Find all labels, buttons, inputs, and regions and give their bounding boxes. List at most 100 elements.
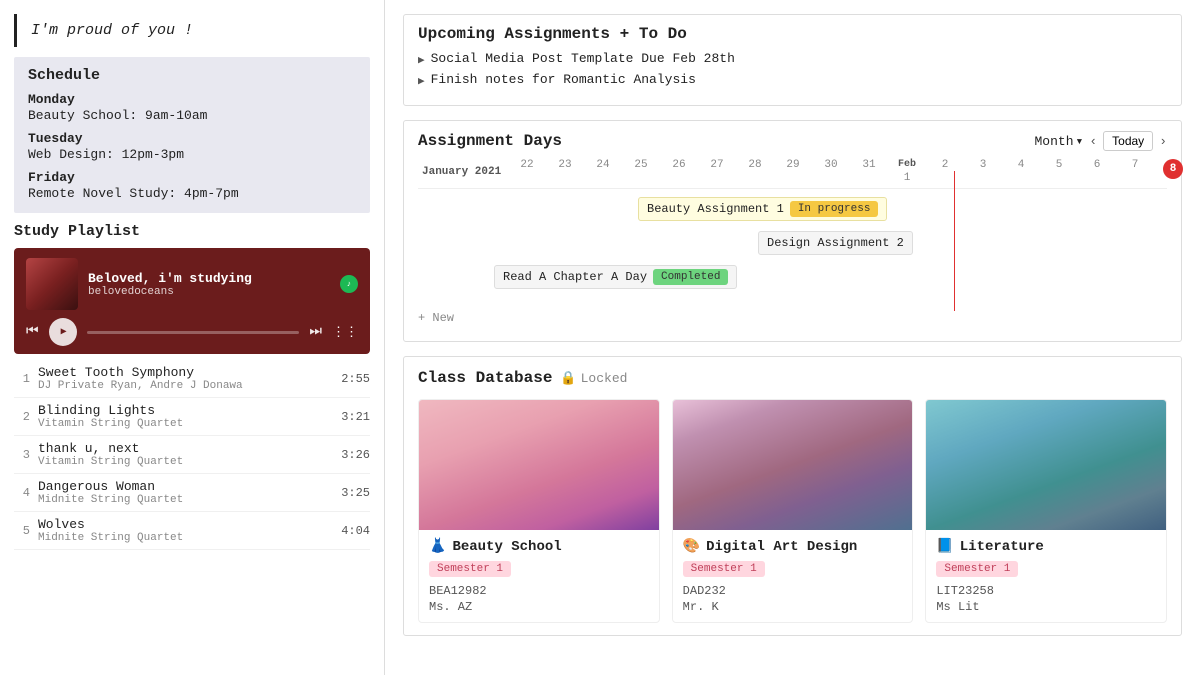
date-cell: 8	[1154, 159, 1192, 184]
track-name: Blinding Lights	[38, 403, 333, 418]
track-num: 2	[14, 410, 30, 424]
track-list: 1 Sweet Tooth Symphony DJ Private Ryan, …	[14, 360, 370, 550]
date-cell: 28	[736, 159, 774, 184]
player-info: Beloved, i'm studying belovedoceans	[88, 271, 330, 298]
track-item[interactable]: 4 Dangerous Woman Midnite String Quartet…	[14, 474, 370, 512]
upcoming-text: Finish notes for Romantic Analysis	[431, 72, 696, 87]
class-db-header: Class Database 🔒 Locked	[418, 369, 1167, 387]
track-artist: DJ Private Ryan, Andre J Donawa	[38, 380, 333, 392]
track-info: Blinding Lights Vitamin String Quartet	[38, 403, 333, 430]
upcoming-text: Social Media Post Template Due Feb 28th	[431, 51, 735, 66]
class-card[interactable]: 📘 Literature Semester 1 LIT23258 Ms Lit	[925, 399, 1167, 623]
date-cell: 25	[622, 159, 660, 184]
feb-label: Feb	[888, 159, 926, 170]
today-line	[954, 171, 955, 311]
track-info: Sweet Tooth Symphony DJ Private Ryan, An…	[38, 365, 333, 392]
track-duration: 3:26	[341, 448, 370, 462]
progress-bar[interactable]	[87, 331, 300, 334]
locked-label: Locked	[581, 371, 628, 386]
track-name: Wolves	[38, 517, 333, 532]
today-circle: 8	[1163, 159, 1183, 179]
track-item[interactable]: 5 Wolves Midnite String Quartet 4:04	[14, 512, 370, 550]
schedule-item: Remote Novel Study: 4pm-7pm	[28, 186, 356, 201]
track-name: thank u, next	[38, 441, 333, 456]
track-duration: 4:04	[341, 524, 370, 538]
card-teacher: Ms Lit	[936, 600, 1156, 614]
date-cell: 5	[1040, 159, 1078, 184]
player-title: Beloved, i'm studying	[88, 271, 330, 286]
upcoming-section: Upcoming Assignments + To Do ▶Social Med…	[403, 14, 1182, 106]
locked-badge: 🔒 Locked	[560, 371, 627, 386]
track-artist: Vitamin String Quartet	[38, 418, 333, 430]
share-icon[interactable]: ⋮⋮	[332, 325, 358, 340]
card-image	[926, 400, 1166, 530]
gantt-row: Read A Chapter A Day Completed	[418, 261, 1167, 295]
class-card[interactable]: 👗 Beauty School Semester 1 BEA12982 Ms. …	[418, 399, 660, 623]
quote-bar: I'm proud of you !	[14, 14, 370, 47]
card-image	[419, 400, 659, 530]
date-cell: 23	[546, 159, 584, 184]
track-num: 5	[14, 524, 30, 538]
player-card: Beloved, i'm studying belovedoceans ♪ ⏮ …	[14, 248, 370, 354]
semester-badge: Semester 1	[683, 561, 765, 577]
semester-badge: Semester 1	[936, 561, 1018, 577]
card-title: 👗 Beauty School	[429, 538, 649, 555]
schedule-day: Tuesday	[28, 131, 356, 146]
upcoming-item: ▶ Social Media Post Template Due Feb 28th	[418, 51, 1167, 67]
calendar-section: Assignment Days Month ▾ ‹ Today › Januar…	[403, 120, 1182, 342]
date-cell: 2	[926, 159, 964, 184]
track-item[interactable]: 1 Sweet Tooth Symphony DJ Private Ryan, …	[14, 360, 370, 398]
date-cell: 27	[698, 159, 736, 184]
left-panel: I'm proud of you ! Schedule MondayBeauty…	[0, 0, 385, 675]
next-button[interactable]: ⏭	[309, 324, 322, 340]
track-item[interactable]: 2 Blinding Lights Vitamin String Quartet…	[14, 398, 370, 436]
card-title: 🎨 Digital Art Design	[683, 538, 903, 555]
schedule-section: Schedule MondayBeauty School: 9am-10amTu…	[14, 57, 370, 213]
spotify-icon: ♪	[340, 275, 358, 293]
calendar-header: Assignment Days Month ▾ ‹ Today ›	[418, 131, 1167, 151]
date-cell: 31	[850, 159, 888, 184]
lock-icon: 🔒	[560, 371, 576, 386]
card-code: BEA12982	[429, 584, 649, 598]
today-button[interactable]: Today	[1103, 131, 1153, 151]
design-assignment-label: Design Assignment 2	[767, 236, 904, 250]
track-num: 3	[14, 448, 30, 462]
track-name: Dangerous Woman	[38, 479, 333, 494]
class-card[interactable]: 🎨 Digital Art Design Semester 1 DAD232 M…	[672, 399, 914, 623]
cal-controls: Month ▾ ‹ Today ›	[1035, 131, 1168, 151]
date-cell: 3	[964, 159, 1002, 184]
schedule-item: Web Design: 12pm-3pm	[28, 147, 356, 162]
next-month-button[interactable]: ›	[1159, 134, 1167, 149]
in-progress-badge: In progress	[790, 201, 879, 217]
date-cell: 29	[774, 159, 812, 184]
semester-badge: Semester 1	[429, 561, 511, 577]
card-body: 📘 Literature Semester 1 LIT23258 Ms Lit	[926, 530, 1166, 622]
date-cell: 24	[584, 159, 622, 184]
card-teacher: Ms. AZ	[429, 600, 649, 614]
date-cell: 4	[1002, 159, 1040, 184]
track-num: 4	[14, 486, 30, 500]
arrow-icon: ▶	[418, 53, 425, 67]
track-info: thank u, next Vitamin String Quartet	[38, 441, 333, 468]
upcoming-item: ▶ Finish notes for Romantic Analysis	[418, 72, 1167, 88]
prev-month-button[interactable]: ‹	[1089, 134, 1097, 149]
gantt-area: Beauty Assignment 1 In progress Design A…	[418, 193, 1167, 303]
card-icon: 🎨	[683, 538, 700, 555]
arrow-icon: ▶	[418, 74, 425, 88]
schedule-day: Monday	[28, 92, 356, 107]
card-image	[673, 400, 913, 530]
player-controls[interactable]: ⏮ ⏭ ⋮⋮	[26, 318, 358, 346]
class-db-title: Class Database	[418, 369, 552, 387]
track-info: Dangerous Woman Midnite String Quartet	[38, 479, 333, 506]
track-name: Sweet Tooth Symphony	[38, 365, 333, 380]
date-cell: 26	[660, 159, 698, 184]
date-cell: Feb1	[888, 159, 926, 184]
track-item[interactable]: 3 thank u, next Vitamin String Quartet 3…	[14, 436, 370, 474]
month-select[interactable]: Month ▾	[1035, 134, 1084, 149]
card-body: 👗 Beauty School Semester 1 BEA12982 Ms. …	[419, 530, 659, 622]
prev-button[interactable]: ⏮	[26, 324, 39, 340]
new-entry-button[interactable]: + New	[418, 311, 1167, 325]
play-button[interactable]	[49, 318, 77, 346]
card-teacher: Mr. K	[683, 600, 903, 614]
track-duration: 3:25	[341, 486, 370, 500]
